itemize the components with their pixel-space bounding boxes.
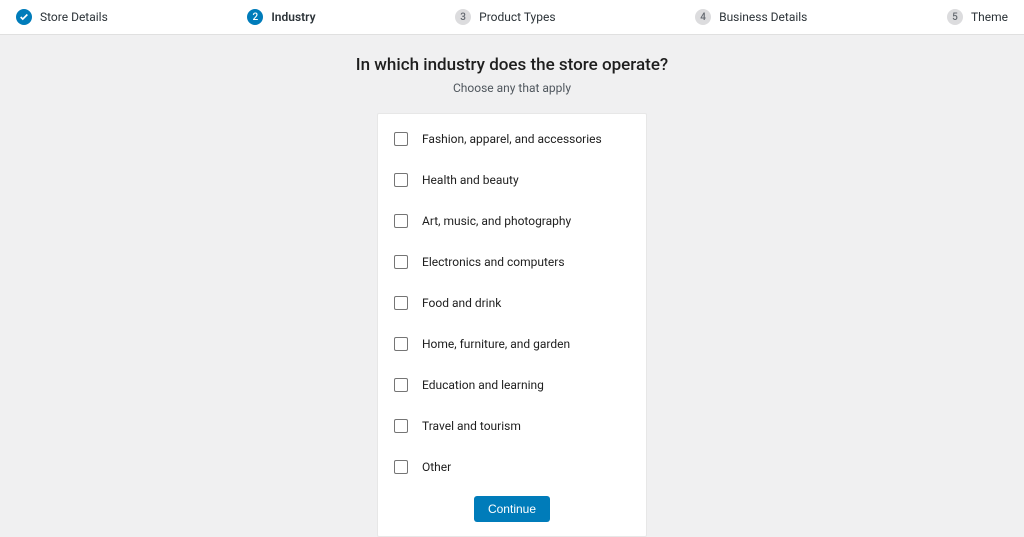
industry-card: Fashion, apparel, and accessories Health…	[377, 113, 647, 537]
step-number-icon: 5	[947, 9, 963, 25]
industry-option[interactable]: Education and learning	[394, 378, 630, 392]
checkbox[interactable]	[394, 460, 408, 474]
checkbox[interactable]	[394, 214, 408, 228]
step-product-types[interactable]: 3 Product Types	[455, 9, 555, 25]
step-industry[interactable]: 2 Industry	[247, 9, 315, 25]
industry-option[interactable]: Travel and tourism	[394, 419, 630, 433]
step-label: Theme	[971, 10, 1008, 24]
step-label: Store Details	[40, 10, 108, 24]
step-number-icon: 4	[695, 9, 711, 25]
industry-label: Home, furniture, and garden	[422, 337, 570, 351]
step-business-details[interactable]: 4 Business Details	[695, 9, 807, 25]
industry-option[interactable]: Other	[394, 460, 630, 474]
content: In which industry does the store operate…	[0, 35, 1024, 537]
step-number-icon: 3	[455, 9, 471, 25]
checkbox[interactable]	[394, 378, 408, 392]
industry-option[interactable]: Art, music, and photography	[394, 214, 630, 228]
industry-label: Art, music, and photography	[422, 214, 571, 228]
checkbox[interactable]	[394, 419, 408, 433]
page-title: In which industry does the store operate…	[356, 55, 668, 75]
step-label: Business Details	[719, 10, 807, 24]
industry-option[interactable]: Fashion, apparel, and accessories	[394, 132, 630, 146]
step-number-icon: 2	[247, 9, 263, 25]
industry-option[interactable]: Health and beauty	[394, 173, 630, 187]
continue-row: Continue	[394, 496, 630, 522]
industry-label: Education and learning	[422, 378, 544, 392]
industry-label: Health and beauty	[422, 173, 519, 187]
stepper: Store Details 2 Industry 3 Product Types…	[0, 0, 1024, 35]
industry-option[interactable]: Electronics and computers	[394, 255, 630, 269]
industry-label: Food and drink	[422, 296, 501, 310]
industry-option[interactable]: Food and drink	[394, 296, 630, 310]
page-subtitle: Choose any that apply	[453, 81, 571, 95]
industry-label: Electronics and computers	[422, 255, 565, 269]
check-icon	[16, 9, 32, 25]
checkbox[interactable]	[394, 173, 408, 187]
step-label: Industry	[271, 10, 315, 24]
industry-label: Other	[422, 460, 451, 474]
checkbox[interactable]	[394, 255, 408, 269]
step-label: Product Types	[479, 10, 555, 24]
step-theme[interactable]: 5 Theme	[947, 9, 1008, 25]
continue-button[interactable]: Continue	[474, 496, 550, 522]
industry-label: Fashion, apparel, and accessories	[422, 132, 602, 146]
industry-label: Travel and tourism	[422, 419, 521, 433]
checkbox[interactable]	[394, 337, 408, 351]
step-store-details[interactable]: Store Details	[16, 9, 108, 25]
checkbox[interactable]	[394, 132, 408, 146]
industry-option[interactable]: Home, furniture, and garden	[394, 337, 630, 351]
checkbox[interactable]	[394, 296, 408, 310]
